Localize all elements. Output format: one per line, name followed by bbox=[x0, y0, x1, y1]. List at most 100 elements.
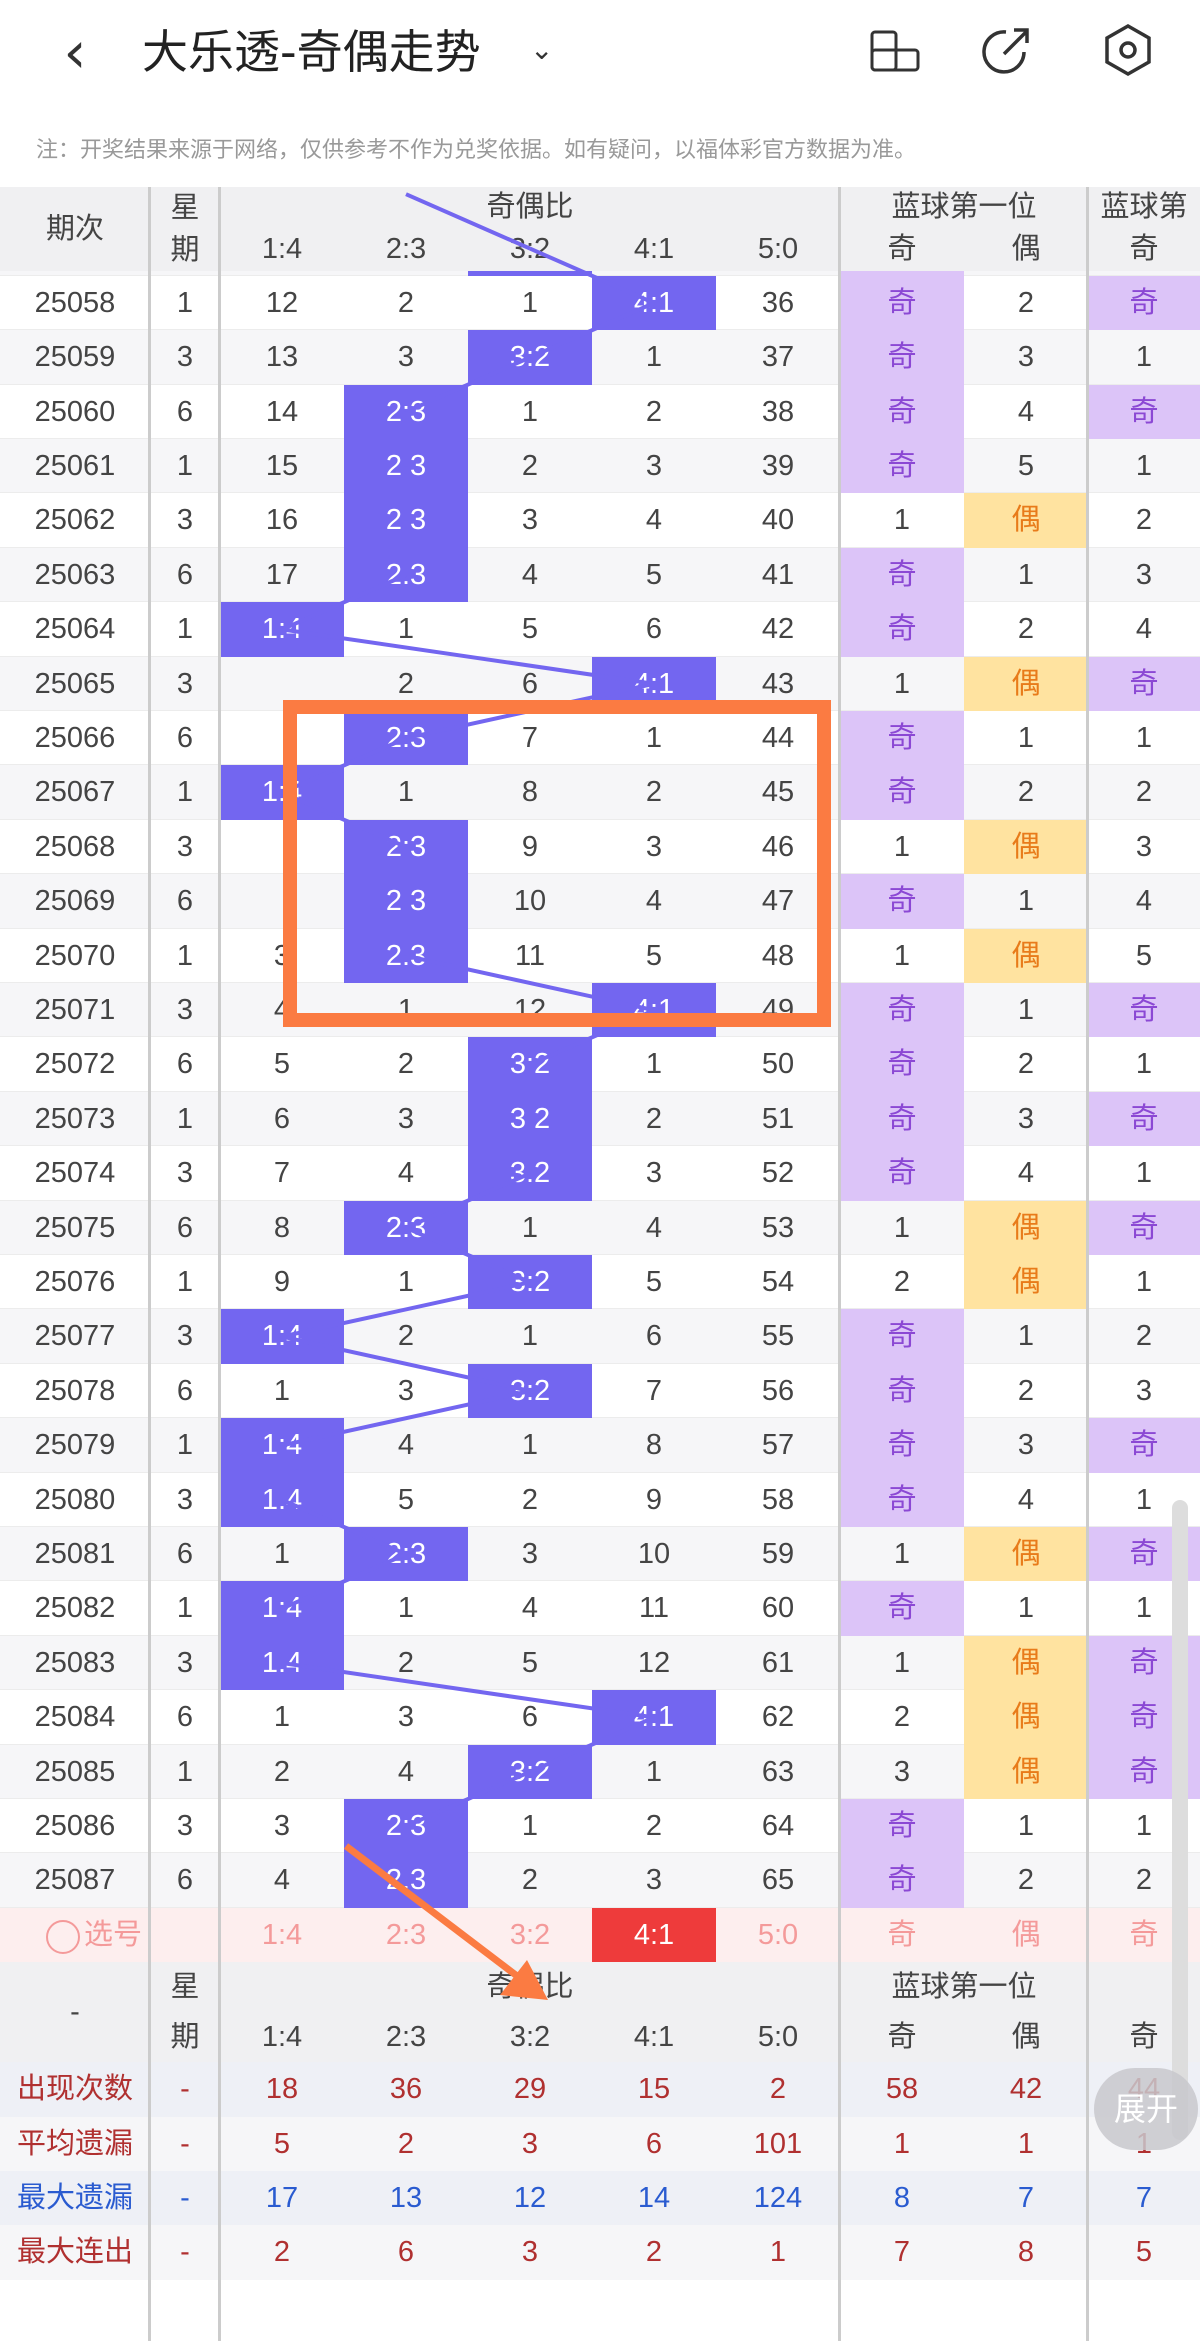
cell-value: 1 bbox=[1017, 722, 1035, 754]
cell-value: 52 bbox=[761, 1157, 795, 1190]
cell-value: 奇 bbox=[840, 1037, 964, 1092]
issue-number: 25079 bbox=[34, 1429, 116, 1462]
stats-value: 8 bbox=[1017, 2236, 1035, 2269]
cell-value: 1 bbox=[1135, 722, 1153, 754]
cell-value: 2 bbox=[1135, 504, 1153, 537]
select-label: 选号 bbox=[84, 1907, 204, 1963]
cell-value: 62 bbox=[761, 1701, 795, 1734]
ratio-label: 2:3 bbox=[344, 2012, 468, 2063]
trend-table[interactable]: 250563102:3211341偶奇2505761113:21235奇1125… bbox=[0, 187, 1200, 2341]
column-divider bbox=[1086, 187, 1089, 2341]
column-divider bbox=[218, 187, 221, 2341]
stats-value: 17 bbox=[265, 2182, 299, 2214]
select-circle-icon[interactable] bbox=[46, 1919, 80, 1954]
cell-value: 奇 bbox=[1088, 1091, 1200, 1147]
back-icon[interactable]: ‹ bbox=[50, 20, 100, 84]
stats-value: 3 bbox=[521, 2236, 539, 2269]
issue-number: 25070 bbox=[34, 939, 116, 972]
select-option[interactable]: 偶 bbox=[964, 1907, 1088, 1963]
cell-value: 57 bbox=[761, 1429, 795, 1462]
cell-value: 奇 bbox=[840, 1581, 964, 1636]
ratio-label: 3:2 bbox=[468, 227, 592, 271]
select-option[interactable]: 3:2 bbox=[468, 1907, 592, 1963]
issue-number: 25084 bbox=[34, 1701, 116, 1734]
share-icon[interactable] bbox=[980, 22, 1036, 78]
expand-button[interactable]: 展开 bbox=[1094, 2068, 1198, 2150]
cell-value: 9 bbox=[273, 1266, 291, 1298]
cell-value: 6 bbox=[645, 1320, 663, 1353]
weekday: 6 bbox=[176, 885, 194, 918]
cell-value: 1 bbox=[397, 776, 415, 809]
stats-value: 3 bbox=[521, 2127, 539, 2160]
cell-value: 58 bbox=[761, 1483, 795, 1516]
cell-value: 8 bbox=[645, 1429, 663, 1462]
weekday: 1 bbox=[176, 1592, 194, 1625]
cell-value: 1 bbox=[1017, 885, 1035, 918]
cell-value: 奇 bbox=[840, 1799, 964, 1854]
scrollbar[interactable] bbox=[1172, 1500, 1188, 2140]
cell-value: 偶 bbox=[964, 928, 1088, 983]
cell-value: 6 bbox=[645, 613, 663, 646]
cell-value: 奇 bbox=[840, 765, 964, 820]
cell-value: 4 bbox=[521, 558, 539, 591]
cell-value: 2:3 bbox=[344, 928, 468, 983]
select-option[interactable]: 5:0 bbox=[716, 1907, 840, 1963]
select-option[interactable]: 1:4 bbox=[220, 1907, 344, 1963]
weekday: 6 bbox=[176, 1048, 194, 1081]
select-option[interactable]: 2:3 bbox=[344, 1907, 468, 1963]
cell-value: 奇 bbox=[840, 275, 964, 331]
weekday: 6 bbox=[176, 395, 194, 428]
footer-dash: - bbox=[0, 1962, 150, 2063]
stats-value: 2 bbox=[645, 2236, 663, 2269]
cell-value: 4:1 bbox=[592, 983, 716, 1038]
cell-value: 59 bbox=[761, 1538, 795, 1570]
settings-icon[interactable] bbox=[1100, 22, 1156, 78]
cell-value: 奇 bbox=[840, 330, 964, 385]
phone-landscape-icon[interactable] bbox=[868, 22, 924, 78]
cell-value: 1 bbox=[1135, 1048, 1153, 1081]
cell-value: 12 bbox=[265, 286, 299, 319]
cell-value: 14 bbox=[265, 395, 299, 428]
cell-value: 2:3 bbox=[344, 1853, 468, 1908]
select-option[interactable]: 4:1 bbox=[592, 1907, 716, 1963]
cell-value: 47 bbox=[761, 885, 795, 918]
cell-value: 3 bbox=[273, 1810, 291, 1842]
weekday: 1 bbox=[176, 613, 194, 646]
cell-value: 4 bbox=[645, 1211, 663, 1244]
cell-value: 15 bbox=[265, 450, 299, 482]
cell-value: 偶 bbox=[964, 1200, 1088, 1255]
cell-value: 2 bbox=[645, 395, 663, 428]
cell-value: 3:2 bbox=[468, 1744, 592, 1799]
cell-value: 1 bbox=[1017, 1592, 1035, 1625]
cell-value: 60 bbox=[761, 1592, 795, 1625]
issue-number: 25063 bbox=[34, 558, 116, 591]
cell-value: 2 bbox=[521, 1864, 539, 1897]
cell-value: 6 bbox=[521, 667, 539, 700]
issue-number: 25080 bbox=[34, 1483, 116, 1516]
cell-value: 3 bbox=[645, 450, 663, 482]
stats-value: 58 bbox=[885, 2073, 919, 2106]
blue-label: 偶 bbox=[964, 227, 1088, 271]
cell-value: 偶 bbox=[964, 1255, 1088, 1310]
stats-value: 8 bbox=[893, 2182, 911, 2214]
issue-number: 25077 bbox=[34, 1320, 116, 1353]
cell-value: 奇 bbox=[840, 1853, 964, 1908]
cell-value: 1 bbox=[645, 1755, 663, 1788]
cell-value: 4 bbox=[273, 1864, 291, 1897]
blue-label: 奇 bbox=[1088, 227, 1200, 271]
cell-value: 16 bbox=[265, 504, 299, 537]
cell-value: 4:1 bbox=[592, 1690, 716, 1745]
weekday: 1 bbox=[176, 776, 194, 809]
issue-number: 25083 bbox=[34, 1646, 116, 1679]
page-title[interactable]: 大乐透-奇偶走势 bbox=[142, 22, 481, 82]
column-header-week: 星 bbox=[150, 1962, 220, 2013]
chevron-down-icon[interactable]: ⌄ bbox=[530, 30, 553, 70]
weekday: 1 bbox=[176, 450, 194, 482]
ratio-label: 2:3 bbox=[344, 227, 468, 271]
stats-value: 6 bbox=[397, 2236, 415, 2269]
column-header-issue: 期次 bbox=[0, 187, 150, 271]
cell-value: 2 bbox=[1135, 1320, 1153, 1353]
ratio-label: 5:0 bbox=[716, 2012, 840, 2063]
select-option[interactable]: 奇 bbox=[840, 1907, 964, 1963]
blue-label: 奇 bbox=[840, 2012, 964, 2063]
